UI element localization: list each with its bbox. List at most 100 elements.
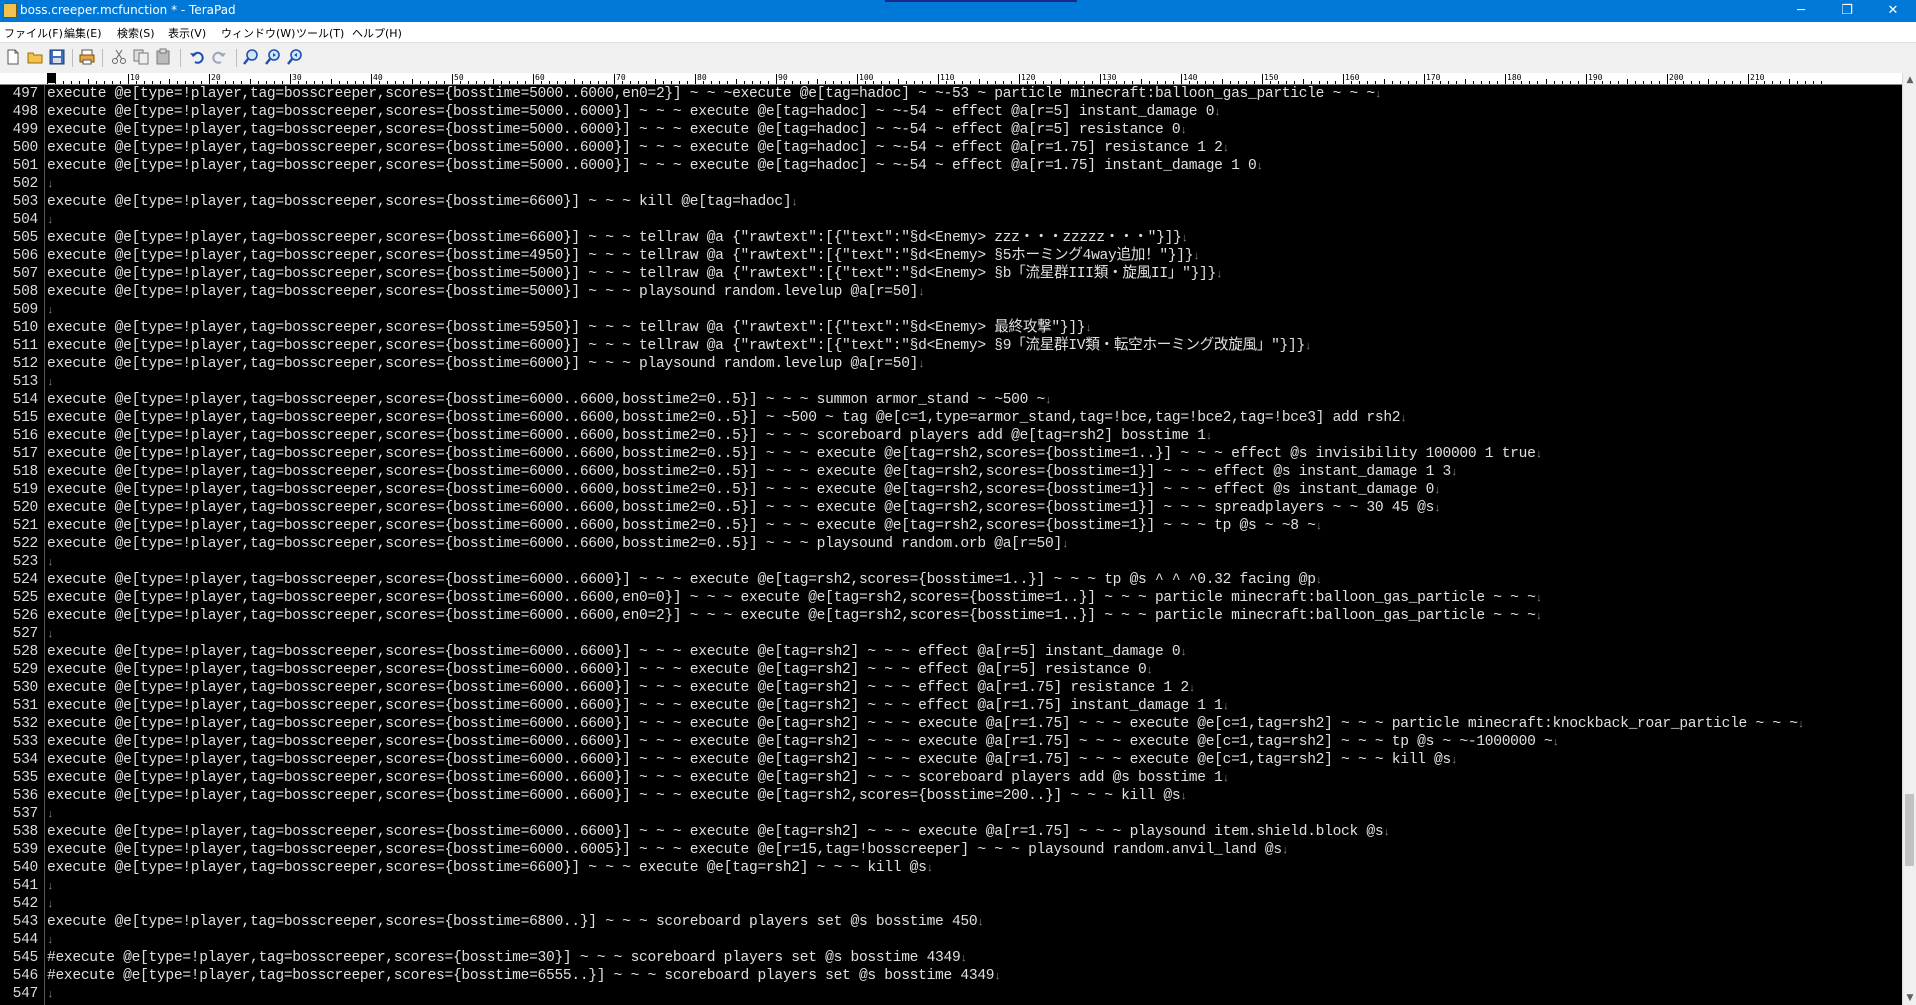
end-of-line-marker-icon: ↓ bbox=[1383, 827, 1390, 839]
code-line[interactable]: 511 execute @e[type=!player,tag=bosscreep… bbox=[0, 337, 1900, 355]
menu-search[interactable]: 検索(S) bbox=[117, 25, 155, 41]
code-line[interactable]: 513 ↓ bbox=[0, 373, 1900, 391]
ruler-tick bbox=[1059, 79, 1061, 84]
scroll-down-arrow-icon[interactable]: ▼ bbox=[1903, 991, 1916, 1005]
print-icon[interactable] bbox=[78, 48, 96, 66]
code-line[interactable]: 515 execute @e[type=!player,tag=bosscreep… bbox=[0, 409, 1900, 427]
code-line[interactable]: 526 execute @e[type=!player,tag=bosscreep… bbox=[0, 607, 1900, 625]
code-line[interactable]: 507 execute @e[type=!player,tag=bosscreep… bbox=[0, 265, 1900, 283]
ruler-tick bbox=[1650, 81, 1652, 84]
code-line[interactable]: 506 execute @e[type=!player,tag=bosscreep… bbox=[0, 247, 1900, 265]
code-line[interactable]: 522 execute @e[type=!player,tag=bosscreep… bbox=[0, 535, 1900, 553]
code-line[interactable]: 546 #execute @e[type=!player,tag=bosscree… bbox=[0, 967, 1900, 985]
find-next-icon[interactable] bbox=[264, 48, 282, 66]
code-line[interactable]: 534 execute @e[type=!player,tag=bosscreep… bbox=[0, 751, 1900, 769]
code-line[interactable]: 541 ↓ bbox=[0, 877, 1900, 895]
restore-button[interactable]: ❐ bbox=[1824, 0, 1870, 22]
code-line[interactable]: 527 ↓ bbox=[0, 625, 1900, 643]
open-folder-icon[interactable] bbox=[26, 48, 44, 66]
scrollbar-thumb[interactable] bbox=[1905, 794, 1914, 866]
code-line[interactable]: 501 execute @e[type=!player,tag=bosscreep… bbox=[0, 157, 1900, 175]
code-line[interactable]: 518 execute @e[type=!player,tag=bosscreep… bbox=[0, 463, 1900, 481]
code-line[interactable]: 503 execute @e[type=!player,tag=bosscreep… bbox=[0, 193, 1900, 211]
code-line[interactable]: 525 execute @e[type=!player,tag=bosscreep… bbox=[0, 589, 1900, 607]
close-button[interactable]: ✕ bbox=[1870, 0, 1916, 22]
menu-edit[interactable]: 編集(E) bbox=[64, 25, 102, 41]
code-line[interactable]: 502 ↓ bbox=[0, 175, 1900, 193]
code-line[interactable]: 524 execute @e[type=!player,tag=bosscreep… bbox=[0, 571, 1900, 589]
save-icon[interactable] bbox=[48, 48, 66, 66]
end-of-line-marker-icon: ↓ bbox=[1180, 791, 1187, 803]
scroll-up-arrow-icon[interactable]: ▲ bbox=[1903, 73, 1916, 87]
code-line[interactable]: 535 execute @e[type=!player,tag=bosscreep… bbox=[0, 769, 1900, 787]
text-editor[interactable]: 497 execute @e[type=!player,tag=bosscreep… bbox=[0, 85, 1902, 1005]
code-line[interactable]: 521 execute @e[type=!player,tag=bosscreep… bbox=[0, 517, 1900, 535]
line-text: execute @e[type=!player,tag=bosscreeper,… bbox=[47, 337, 1312, 356]
menu-help[interactable]: ヘルプ(H) bbox=[352, 25, 402, 41]
cut-icon[interactable] bbox=[110, 48, 128, 66]
ruler-tick bbox=[1440, 81, 1442, 84]
line-number: 505 bbox=[12, 230, 39, 246]
line-content: execute @e[type=!player,tag=bosscreeper,… bbox=[47, 644, 1181, 660]
code-line[interactable]: 539 execute @e[type=!player,tag=bosscreep… bbox=[0, 841, 1900, 859]
menu-tools[interactable]: ツール(T) bbox=[296, 25, 344, 41]
code-line[interactable]: 531 execute @e[type=!player,tag=bosscreep… bbox=[0, 697, 1900, 715]
paste-icon[interactable] bbox=[154, 48, 172, 66]
ruler-tick bbox=[1545, 79, 1547, 84]
code-line[interactable]: 537 ↓ bbox=[0, 805, 1900, 823]
code-line[interactable]: 542 ↓ bbox=[0, 895, 1900, 913]
code-line[interactable]: 540 execute @e[type=!player,tag=bosscreep… bbox=[0, 859, 1900, 877]
menu-file[interactable]: ファイル(F) bbox=[4, 25, 63, 41]
code-line[interactable]: 523 ↓ bbox=[0, 553, 1900, 571]
vertical-scrollbar[interactable]: ▲ ▼ bbox=[1902, 73, 1916, 1005]
code-line[interactable]: 547 ↓ bbox=[0, 985, 1900, 1003]
menu-window[interactable]: ウィンドウ(W) bbox=[221, 25, 295, 41]
redo-icon[interactable] bbox=[210, 48, 228, 66]
code-line[interactable]: 530 execute @e[type=!player,tag=bosscreep… bbox=[0, 679, 1900, 697]
copy-icon[interactable] bbox=[132, 48, 150, 66]
line-text: #execute @e[type=!player,tag=bosscreeper… bbox=[47, 967, 1001, 986]
end-of-line-marker-icon: ↓ bbox=[918, 359, 925, 371]
code-line[interactable]: 516 execute @e[type=!player,tag=bosscreep… bbox=[0, 427, 1900, 445]
code-line[interactable]: 536 execute @e[type=!player,tag=bosscreep… bbox=[0, 787, 1900, 805]
code-line[interactable]: 509 ↓ bbox=[0, 301, 1900, 319]
code-line[interactable]: 508 execute @e[type=!player,tag=bosscreep… bbox=[0, 283, 1900, 301]
undo-icon[interactable] bbox=[188, 48, 206, 66]
menu-view[interactable]: 表示(V) bbox=[168, 25, 206, 41]
code-line[interactable]: 497 execute @e[type=!player,tag=bosscreep… bbox=[0, 85, 1900, 103]
minimize-button[interactable]: ─ bbox=[1778, 0, 1824, 22]
code-line[interactable]: 512 execute @e[type=!player,tag=bosscreep… bbox=[0, 355, 1900, 373]
ruler-tick bbox=[144, 81, 146, 84]
ruler-tick bbox=[1456, 81, 1458, 84]
end-of-line-marker-icon: ↓ bbox=[1061, 539, 1069, 551]
code-line[interactable]: 544 ↓ bbox=[0, 931, 1900, 949]
code-line[interactable]: 505 execute @e[type=!player,tag=bosscreep… bbox=[0, 229, 1900, 247]
title-accent-strip bbox=[885, 0, 1077, 2]
find-icon[interactable] bbox=[242, 48, 260, 66]
code-line[interactable]: 504 ↓ bbox=[0, 211, 1900, 229]
new-file-icon[interactable] bbox=[4, 48, 22, 66]
code-line[interactable]: 517 execute @e[type=!player,tag=bosscreep… bbox=[0, 445, 1900, 463]
ruler-tick bbox=[1748, 74, 1749, 84]
code-line[interactable]: 545 #execute @e[type=!player,tag=bosscree… bbox=[0, 949, 1900, 967]
code-line[interactable]: 510 execute @e[type=!player,tag=bosscreep… bbox=[0, 319, 1900, 337]
code-line[interactable]: 520 execute @e[type=!player,tag=bosscreep… bbox=[0, 499, 1900, 517]
code-line[interactable]: 538 execute @e[type=!player,tag=bosscreep… bbox=[0, 823, 1900, 841]
find-previous-icon[interactable] bbox=[286, 48, 304, 66]
code-line[interactable]: 519 execute @e[type=!player,tag=bosscreep… bbox=[0, 481, 1900, 499]
ruler-tick bbox=[557, 81, 559, 84]
line-content: execute @e[type=!player,tag=bosscreeper,… bbox=[47, 500, 1435, 516]
code-line[interactable]: 532 execute @e[type=!player,tag=bosscreep… bbox=[0, 715, 1900, 733]
code-line[interactable]: 543 execute @e[type=!player,tag=bosscreep… bbox=[0, 913, 1900, 931]
code-line[interactable]: 514 execute @e[type=!player,tag=bosscreep… bbox=[0, 391, 1900, 409]
toolbar bbox=[0, 43, 1916, 74]
code-line[interactable]: 533 execute @e[type=!player,tag=bosscreep… bbox=[0, 733, 1900, 751]
code-line[interactable]: 529 execute @e[type=!player,tag=bosscreep… bbox=[0, 661, 1900, 679]
ruler-tick bbox=[1286, 81, 1288, 84]
code-line[interactable]: 499 execute @e[type=!player,tag=bosscreep… bbox=[0, 121, 1900, 139]
code-line[interactable]: 500 execute @e[type=!player,tag=bosscreep… bbox=[0, 139, 1900, 157]
code-line[interactable]: 528 execute @e[type=!player,tag=bosscreep… bbox=[0, 643, 1900, 661]
code-line[interactable]: 498 execute @e[type=!player,tag=bosscreep… bbox=[0, 103, 1900, 121]
line-number: 521 bbox=[12, 518, 39, 534]
line-text: execute @e[type=!player,tag=bosscreeper,… bbox=[47, 859, 933, 878]
